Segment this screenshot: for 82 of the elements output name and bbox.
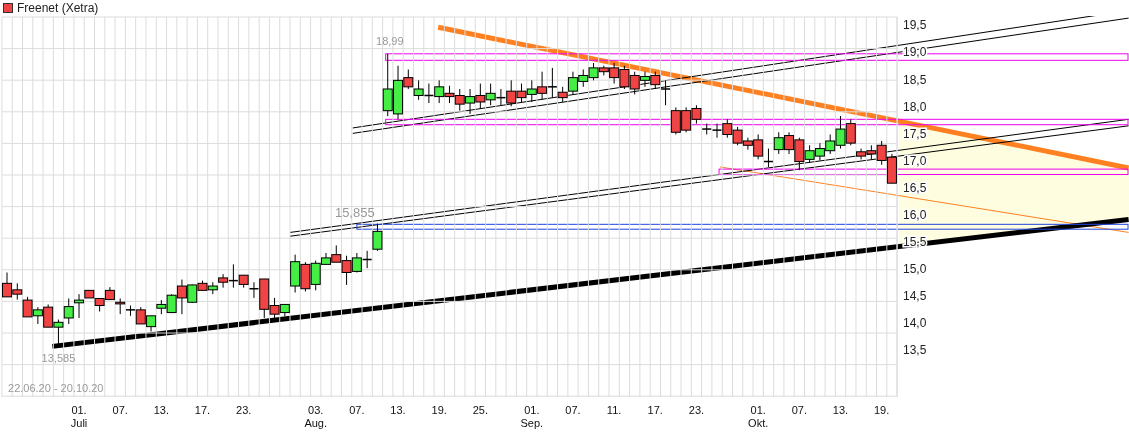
candlestick	[711, 123, 723, 139]
axis-label: 17.	[647, 404, 663, 416]
price-label: 22.06.20 - 20.10.20	[8, 381, 104, 394]
candlestick	[146, 315, 157, 332]
candlestick	[681, 106, 692, 133]
candlestick	[434, 79, 445, 104]
candlestick	[12, 282, 23, 301]
candlestick	[413, 79, 424, 101]
axis-label: 03. Aug.	[304, 404, 327, 429]
axis-label: 13.	[832, 404, 849, 416]
candlestick	[856, 148, 867, 160]
axis-label: 18,5	[903, 72, 927, 87]
price-label: 18,99	[376, 35, 404, 48]
axis-label: 23.	[236, 404, 252, 416]
candlestick	[43, 303, 54, 328]
candlestick	[115, 298, 126, 315]
candlestick	[660, 79, 671, 106]
candlestick	[526, 79, 537, 103]
axis-label: 01. Okt.	[748, 404, 769, 429]
candlestick	[454, 88, 465, 112]
candlestick	[485, 83, 496, 106]
candlestick	[2, 272, 12, 298]
candlestick	[382, 53, 393, 117]
candlestick	[763, 148, 774, 168]
candlestick	[475, 83, 486, 109]
candlestick	[845, 118, 856, 146]
price-label: 15,855	[334, 204, 375, 220]
candlestick	[722, 118, 733, 139]
axis-label: 17,5	[903, 126, 927, 141]
axis-label: 25.	[472, 404, 488, 416]
candlestick	[22, 296, 33, 318]
candlestick	[300, 261, 311, 292]
legend-label: Freenet (Xetra)	[17, 1, 99, 15]
axis-label: 17.	[194, 404, 211, 416]
axis-label: 18,0	[903, 99, 927, 114]
axis-label: 16,5	[903, 180, 927, 195]
candlestick	[290, 254, 301, 294]
axis-label: 13.	[153, 404, 169, 416]
axis-label: 23.	[688, 404, 705, 416]
axis-label: 11.	[606, 404, 622, 416]
candlestick	[63, 298, 74, 325]
axis-label: 14,0	[903, 316, 927, 331]
candlestick	[814, 142, 825, 161]
candlestick	[578, 69, 589, 88]
axis-label: 19,5	[903, 18, 927, 33]
candlestick	[207, 281, 218, 295]
candlestick	[784, 131, 795, 155]
axis-label: 13,5	[903, 343, 927, 358]
axis-label: 07.	[349, 404, 365, 416]
candlestick	[516, 83, 527, 103]
axis-label: 19.	[874, 404, 890, 416]
candlestick	[629, 71, 640, 95]
candlestick	[619, 65, 630, 90]
axis-label: 07.	[112, 404, 128, 416]
candlestick	[650, 71, 661, 90]
axis-label: 17,0	[903, 153, 927, 168]
axis-label: 01. Juli	[70, 404, 88, 429]
price-label: 13,585	[41, 352, 76, 364]
legend-swatch	[3, 3, 13, 13]
axis-label: 19.	[431, 404, 447, 416]
candlestick	[670, 106, 681, 135]
candlestick	[732, 126, 743, 146]
candlestick	[640, 71, 650, 88]
candlestick	[32, 306, 43, 325]
candlestick	[773, 131, 784, 155]
axis-label: 07.	[791, 404, 807, 416]
candlestick	[94, 298, 105, 312]
candlestick	[53, 319, 64, 347]
candlestick	[423, 83, 435, 104]
candlestick	[886, 153, 897, 184]
candlestick	[156, 299, 167, 315]
candlestick	[104, 286, 115, 301]
axis-label: 01. Sep.	[520, 404, 544, 429]
axis-label: 14,5	[903, 289, 927, 304]
axis-label: 13.	[390, 404, 406, 416]
candlestick	[465, 88, 476, 115]
axis-label: 16,0	[903, 207, 927, 222]
axis-label: 15,0	[903, 261, 927, 276]
candlestick	[567, 71, 578, 95]
candlestick	[537, 71, 548, 101]
candlestick	[444, 85, 455, 104]
axis-label: 07.	[565, 404, 581, 416]
